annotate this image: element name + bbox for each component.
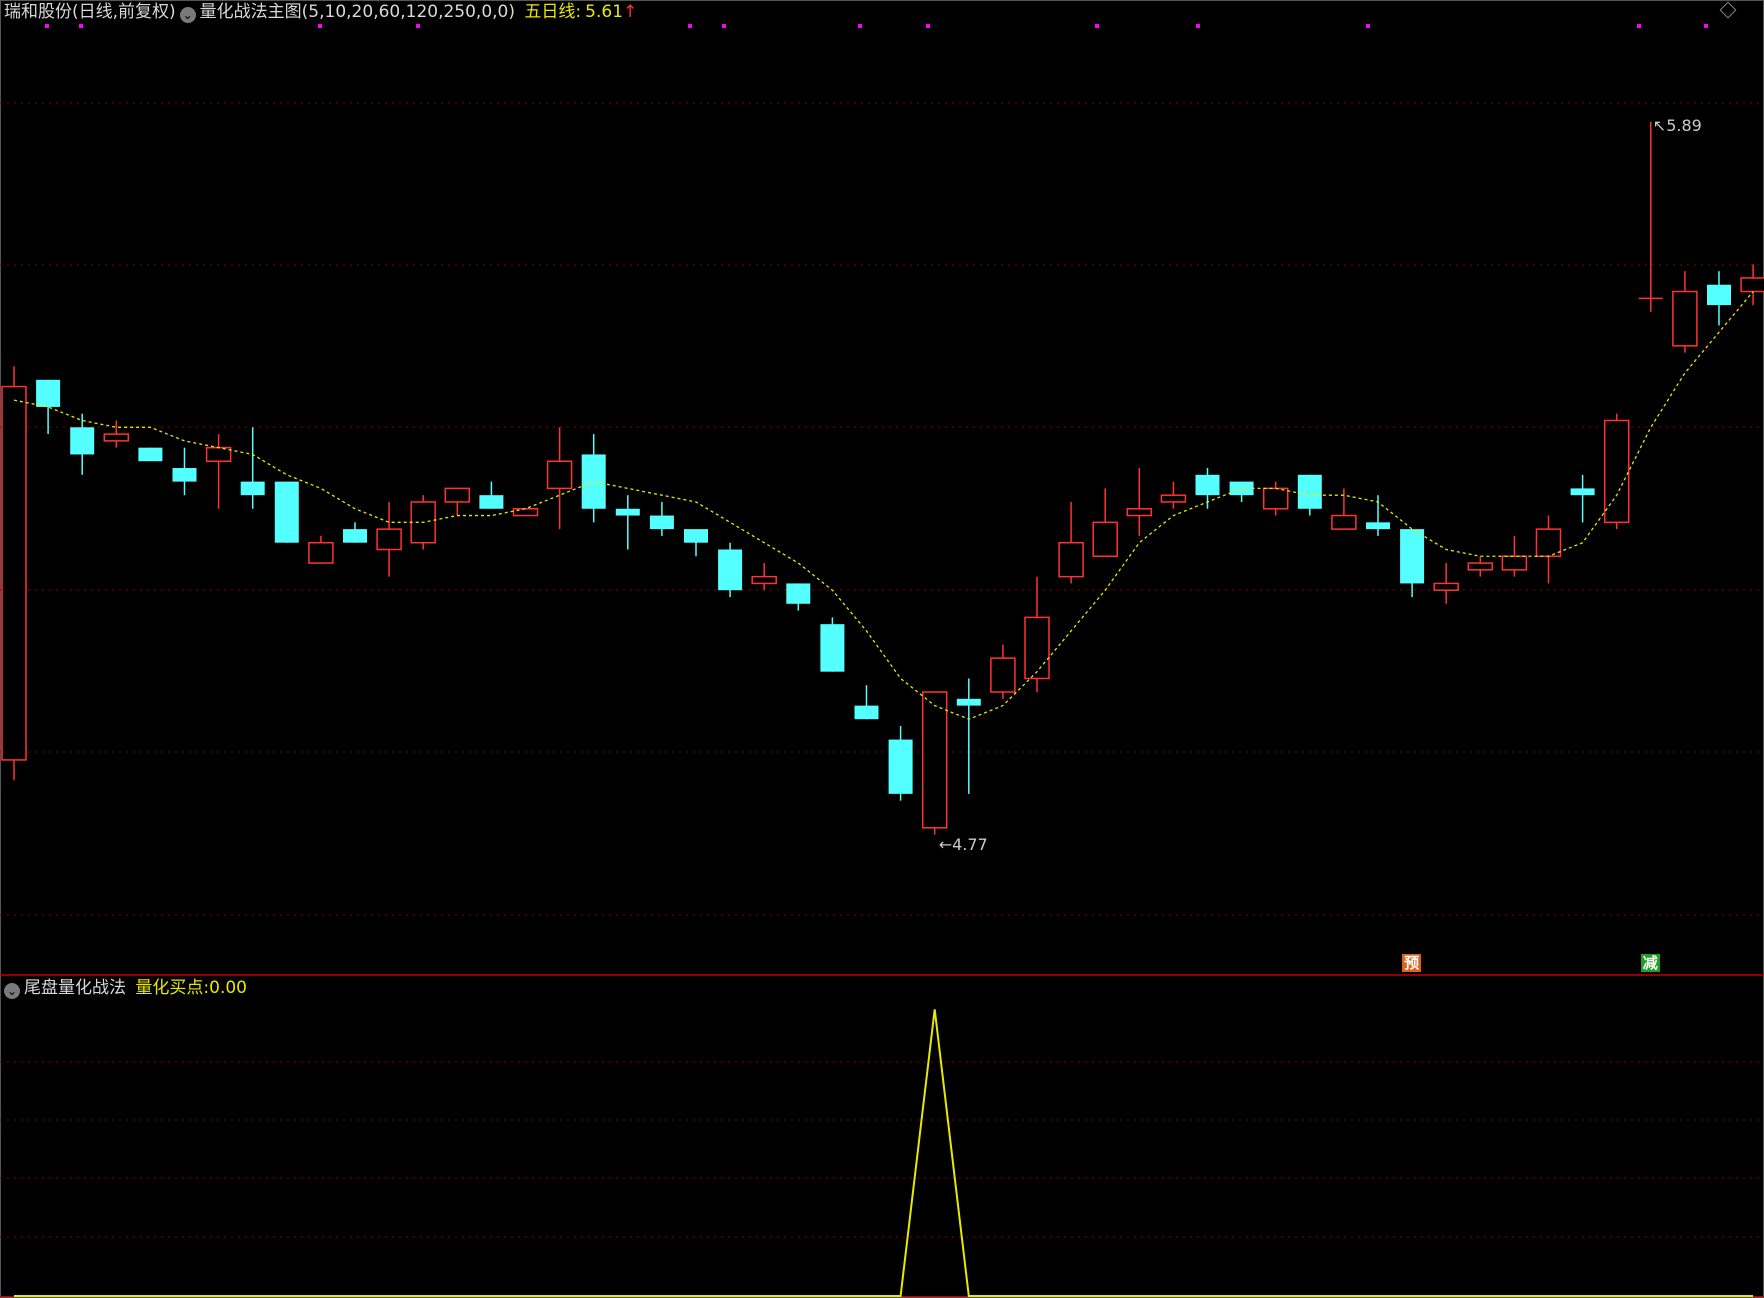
candle-body-5 bbox=[172, 468, 197, 482]
candle-body-7 bbox=[240, 481, 265, 496]
buy-point-value: 0.00 bbox=[209, 978, 247, 998]
candle-body-35 bbox=[1195, 474, 1220, 496]
chart-svg bbox=[0, 0, 1764, 1298]
main-header: 瑞和股份(日线,前复权) ⌄ 量化战法主图(5,10,20,60,120,250,0… bbox=[4, 2, 641, 23]
candle-body-47 bbox=[1603, 419, 1630, 524]
candle-body-50 bbox=[1707, 284, 1731, 306]
candle-body-19 bbox=[649, 515, 674, 530]
candle-body-38 bbox=[1297, 474, 1322, 509]
top-dot-7 bbox=[926, 24, 930, 28]
candle-body-0 bbox=[1, 385, 27, 761]
candle-body-43 bbox=[1467, 562, 1494, 571]
sub-indicator-toggle-icon[interactable]: ⌄ bbox=[4, 983, 20, 999]
candle-body-14 bbox=[479, 495, 504, 509]
candle-body-44 bbox=[1501, 555, 1528, 571]
ma-value: 5.61 bbox=[585, 2, 624, 22]
candle-body-16 bbox=[546, 460, 573, 490]
ma-up-arrow-icon: ↑ bbox=[623, 2, 638, 22]
top-dot-12 bbox=[1704, 24, 1708, 28]
candle-body-1 bbox=[36, 379, 61, 407]
candle-body-23 bbox=[786, 583, 811, 604]
candle-body-8 bbox=[274, 481, 299, 543]
candle-body-4 bbox=[138, 447, 163, 462]
top-dot-11 bbox=[1637, 24, 1641, 28]
candle-body-34 bbox=[1160, 494, 1187, 503]
candle-body-40 bbox=[1366, 522, 1390, 530]
top-dot-3 bbox=[416, 24, 420, 28]
top-dot-10 bbox=[1366, 24, 1370, 28]
candle-body-25 bbox=[854, 705, 879, 720]
top-dot-9 bbox=[1196, 24, 1200, 28]
candle-body-42 bbox=[1433, 582, 1459, 591]
candle-body-29 bbox=[990, 657, 1016, 693]
candle-body-17 bbox=[581, 454, 606, 509]
ma-label: 五日线: bbox=[524, 2, 582, 22]
top-dot-1 bbox=[79, 24, 83, 28]
candle-body-20 bbox=[684, 529, 708, 543]
top-dot-2 bbox=[318, 24, 322, 28]
top-dot-6 bbox=[858, 24, 862, 28]
candle-body-27 bbox=[921, 691, 948, 829]
candle-body-21 bbox=[718, 549, 743, 591]
top-dot-5 bbox=[722, 24, 726, 28]
candle-body-30 bbox=[1024, 616, 1050, 680]
buy-point-label: 量化买点: bbox=[135, 978, 210, 998]
candle-body-13 bbox=[444, 487, 471, 503]
top-dot-0 bbox=[45, 24, 49, 28]
candle-body-41 bbox=[1400, 529, 1425, 584]
candle-body-32 bbox=[1092, 521, 1118, 558]
candle-body-6 bbox=[205, 446, 232, 462]
candle-body-26 bbox=[888, 739, 913, 794]
candle-body-3 bbox=[103, 433, 130, 442]
candle-body-10 bbox=[343, 529, 367, 543]
indicator-toggle-icon[interactable]: ⌄ bbox=[179, 7, 196, 23]
candle-body-37 bbox=[1262, 487, 1289, 510]
top-dot-8 bbox=[1095, 24, 1099, 28]
candle-body-18 bbox=[615, 508, 640, 516]
low-price-annotation: ←4.77 bbox=[938, 834, 988, 854]
top-dot-4 bbox=[688, 24, 692, 28]
stock-title: 瑞和股份(日线,前复权) bbox=[4, 2, 176, 22]
candle-body-22 bbox=[751, 575, 777, 585]
indicator-title[interactable]: 量化战法主图(5,10,20,60,120,250,0,0) bbox=[200, 2, 515, 22]
candle-body-49 bbox=[1672, 290, 1698, 347]
candle-body-46 bbox=[1570, 488, 1595, 496]
high-price-annotation: ↖5.89 bbox=[1652, 115, 1702, 135]
candle-body-51 bbox=[1740, 277, 1764, 293]
candle-body-45 bbox=[1535, 528, 1562, 558]
candle-body-39 bbox=[1331, 514, 1357, 530]
buy-point-line bbox=[14, 1009, 1754, 1297]
candle-body-9 bbox=[308, 541, 334, 564]
chart-stage: 瑞和股份(日线,前复权) ⌄ 量化战法主图(5,10,20,60,120,250,0… bbox=[0, 0, 1764, 1298]
candle-body-11 bbox=[376, 528, 402, 551]
candle-body-33 bbox=[1126, 508, 1153, 517]
signal-badge-yu: 预 bbox=[1402, 954, 1422, 972]
candle-body-31 bbox=[1058, 541, 1084, 578]
candle-body-24 bbox=[820, 624, 845, 672]
signal-badge-jian: 减 bbox=[1640, 954, 1660, 972]
chart-frame bbox=[0, 0, 1764, 1298]
sub-header: ⌄ 尾盘量化战法 量化买点:0.00 bbox=[4, 978, 251, 999]
candle-body-2 bbox=[70, 427, 95, 455]
sub-indicator-title[interactable]: 尾盘量化战法 bbox=[24, 978, 126, 998]
candle-body-28 bbox=[956, 698, 981, 706]
